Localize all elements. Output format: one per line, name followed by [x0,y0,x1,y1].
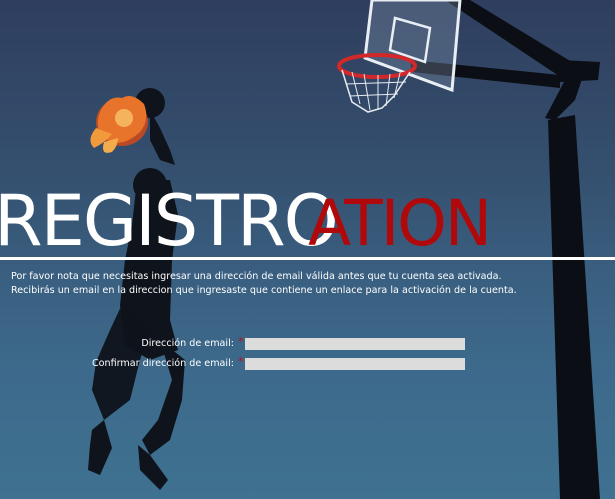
confirm-email-field[interactable] [245,358,465,370]
confirm-email-required-mark: * [238,355,244,368]
notice-line-1: Por favor nota que necesitas ingresar un… [11,271,502,282]
confirm-email-row: Confirmar dirección de email: * [0,355,615,371]
page-title-overlay: ATION [308,187,492,260]
page-title: REGISTRO [0,180,339,262]
email-row: Dirección de email: * [0,335,615,351]
title-divider [0,257,615,260]
email-required-mark: * [238,335,244,348]
notice-line-2: Recibirás un email en la direccion que i… [11,285,517,296]
registration-notice: Por favor nota que necesitas ingresar un… [11,270,611,298]
confirm-email-label: Confirmar dirección de email: [91,358,234,369]
email-label: Dirección de email: [141,338,234,349]
email-field[interactable] [245,338,465,350]
flaming-ball-icon [90,96,148,153]
